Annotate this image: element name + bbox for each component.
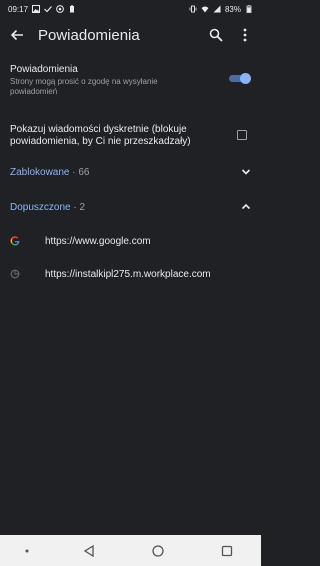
signal-icon [213,5,221,13]
site-row-google[interactable]: https://www.google.com [0,231,261,251]
app-bar: Powiadomienia [0,18,261,52]
vibrate-icon [189,5,197,13]
nav-home-button[interactable] [145,538,171,564]
google-favicon-icon [9,235,21,247]
page-title: Powiadomienia [38,26,140,44]
battery-icon [246,5,252,13]
chevron-down-icon [241,169,251,175]
battery-percent: 83% [224,4,241,14]
notifications-toggle[interactable] [229,73,251,84]
site-url: https://instalkipl275.m.workplace.com [45,268,211,280]
notifications-label: Powiadomienia [10,64,78,75]
blocked-count: · 66 [72,166,90,178]
search-icon [209,28,223,42]
allowed-label: Dopuszczone [10,201,71,213]
notifications-sublabel: Strony mogą prosić o zgodę na wysyłanie … [10,77,158,96]
dot-icon [25,549,29,552]
blocked-section-header[interactable]: Zablokowane · 66 [0,163,261,181]
status-left: 09:17 [8,5,76,14]
triangle-back-icon [83,544,94,557]
chevron-up-icon [241,203,251,210]
site-url: https://www.google.com [45,235,151,247]
system-nav-bar [0,535,261,566]
check-notification-icon [44,6,52,13]
nav-recents-button[interactable] [214,538,240,564]
battery-saver-notification-icon [70,5,75,13]
quiet-messaging-label: Pokazuj wiadomości dyskretnie (blokuje p… [10,124,191,147]
status-bar: 09:17 83% [0,0,261,18]
quiet-messaging-checkbox[interactable] [237,130,247,140]
allowed-count: · 2 [73,201,86,213]
nav-dot-button[interactable] [21,538,33,564]
search-button[interactable] [199,18,233,52]
camera-notification-icon [56,5,64,13]
quiet-messaging-row[interactable]: Pokazuj wiadomości dyskretnie (blokuje p… [0,124,261,152]
square-recents-icon [221,545,232,556]
site-row-workplace[interactable]: https://instalkipl275.m.workplace.com [0,264,261,284]
notifications-toggle-row[interactable]: Powiadomienia Strony mogą prosić o zgodę… [0,64,261,100]
more-vert-icon [243,28,247,42]
wifi-icon [201,6,209,13]
toggle-thumb [240,73,251,84]
image-notification-icon [32,5,41,13]
blocked-label: Zablokowane [10,166,70,178]
arrow-back-icon [10,29,23,41]
status-right: 83% [189,5,253,14]
circle-home-icon [152,544,164,557]
back-button[interactable] [0,18,34,52]
status-time: 09:17 [8,4,29,14]
nav-back-button[interactable] [76,538,102,564]
allowed-section-header[interactable]: Dopuszczone · 2 [0,198,261,216]
more-options-button[interactable] [233,18,257,52]
globe-icon [9,268,21,280]
